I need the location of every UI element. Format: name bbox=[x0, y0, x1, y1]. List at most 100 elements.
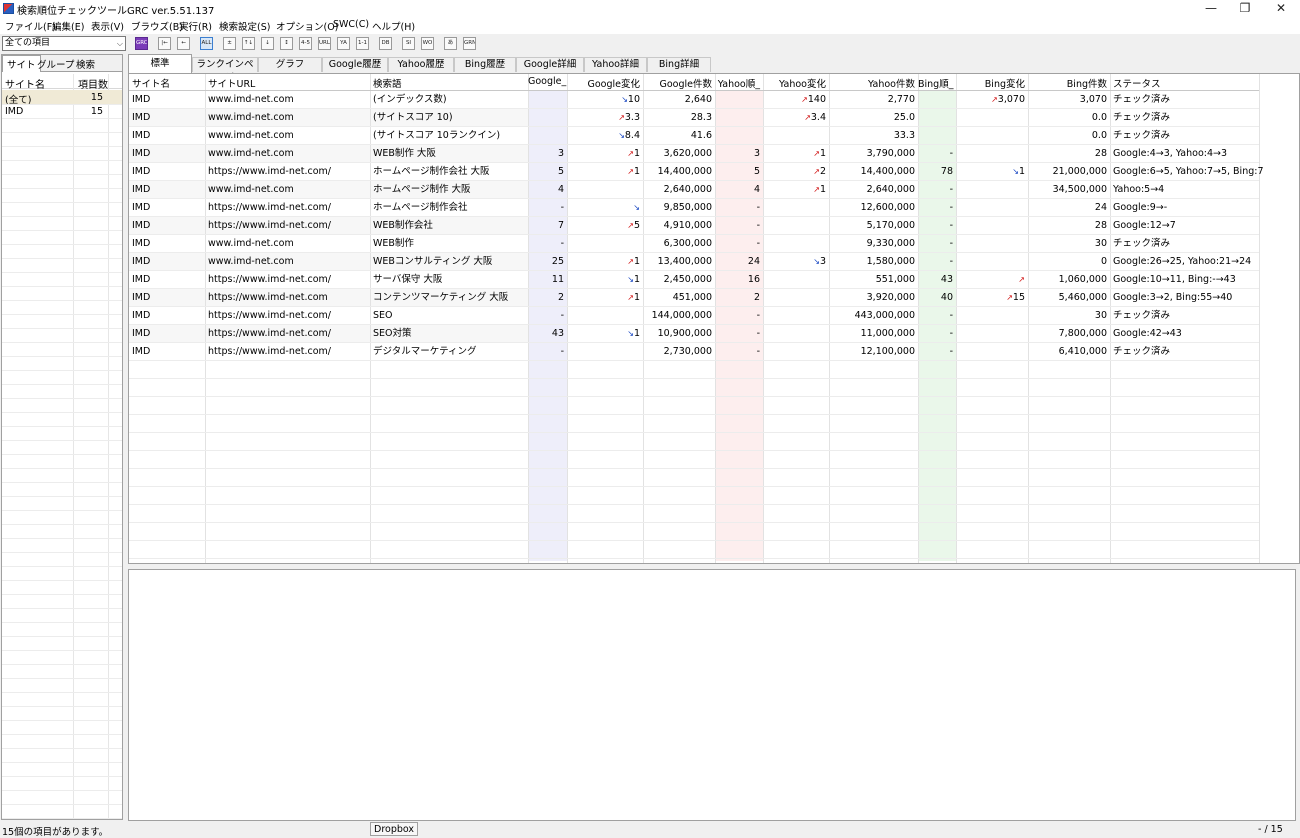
tab-group[interactable]: グループ bbox=[37, 57, 74, 71]
toolbar-button-0[interactable]: GRC bbox=[135, 37, 148, 50]
table-row[interactable]: IMD https://www.imd-net.com/SEO対策 43 ↘1 10,9… bbox=[129, 325, 1259, 343]
site-list-row[interactable]: IMD 15 bbox=[2, 104, 122, 118]
menu-item-6[interactable]: オプション(O) bbox=[276, 19, 338, 33]
column-header-12[interactable]: ステータス bbox=[1113, 76, 1161, 90]
cell-Bing順_ bbox=[918, 91, 953, 109]
cell-Yahoo件数: 2,640,000 bbox=[866, 184, 915, 195]
menu-item-7[interactable]: SWC(C) bbox=[333, 19, 369, 30]
tab-view-5[interactable]: Bing履歴 bbox=[454, 57, 516, 72]
cell-サイト名: IMD bbox=[132, 292, 151, 303]
table-row[interactable]: IMD https://www.imd-net.com/ホームページ制作会社 - ↘ 9… bbox=[129, 199, 1259, 217]
dropbox-label[interactable]: Dropbox bbox=[370, 822, 419, 836]
column-header-3[interactable]: Google_ bbox=[528, 76, 566, 87]
column-header-site-name[interactable]: サイト名 bbox=[5, 76, 45, 91]
table-row[interactable]: IMD www.imd-net.com (サイトスコア 10) ↗3.3 28.3 ↗3.… bbox=[129, 109, 1259, 127]
table-row[interactable]: IMD www.imd-net.com ホームページ制作 大阪 4 2,640,000 4… bbox=[129, 181, 1259, 199]
column-header-9[interactable]: Bing順_ bbox=[918, 76, 953, 90]
site-list-row[interactable]: (全て) 15 bbox=[2, 90, 122, 106]
close-button[interactable]: ✕ bbox=[1264, 0, 1298, 17]
table-row[interactable]: IMD www.imd-net.com WEB制作 - 6,300,000 - 9,330,… bbox=[129, 235, 1259, 253]
menu-item-8[interactable]: ヘルプ(H) bbox=[372, 19, 415, 33]
table-row[interactable]: IMD www.imd-net.com WEB制作 大阪 3 ↗1 3,620,000 3 ↗… bbox=[129, 145, 1259, 163]
toolbar-button-9[interactable]: URL bbox=[318, 37, 331, 50]
toolbar-button-14[interactable]: WO RD bbox=[421, 37, 434, 50]
site-panel: サイト グループ 検索 サイト名 項目数 (全て) 15 IMD 15 bbox=[1, 54, 123, 820]
table-row[interactable]: IMD https://www.imd-net.com/WEB制作会社 7 ↗5 4,9… bbox=[129, 217, 1259, 235]
change-value: 3.3 bbox=[624, 112, 640, 123]
cell-サイト名: IMD bbox=[132, 238, 151, 249]
toolbar-button-13[interactable]: SI TE bbox=[402, 37, 415, 50]
tab-view-6[interactable]: Google詳細 bbox=[516, 57, 584, 72]
change-cell: ↗15 bbox=[956, 289, 1025, 307]
cell-Yahoo件数: 14,400,000 bbox=[860, 166, 915, 177]
tab-view-1[interactable]: ランクインページ bbox=[192, 57, 258, 83]
toolbar-button-8[interactable]: 4-5 bbox=[299, 37, 312, 50]
table-row[interactable]: IMD www.imd-net.com (インデックス数) ↘10 2,640 ↗140 2… bbox=[129, 91, 1259, 109]
toolbar-button-11[interactable]: 1-1 bbox=[356, 37, 369, 50]
cell-Google件数: 2,730,000 bbox=[663, 346, 712, 357]
change-cell: ↗ bbox=[956, 271, 1025, 289]
table-row[interactable]: IMD https://www.imd-net.com/SEO - 144,000,0… bbox=[129, 307, 1259, 325]
tab-view-8[interactable]: Bing詳細 bbox=[647, 57, 711, 72]
menu-item-0[interactable]: ファイル(F) bbox=[5, 19, 56, 33]
tab-view-7[interactable]: Yahoo詳細 bbox=[584, 57, 647, 72]
tab-view-2[interactable]: グラフ bbox=[258, 57, 322, 72]
menu-item-4[interactable]: 実行(R) bbox=[179, 19, 212, 33]
minimize-button[interactable]: — bbox=[1194, 0, 1228, 17]
row-gridline bbox=[2, 160, 122, 161]
tab-view-0[interactable]: 標準 bbox=[128, 54, 192, 73]
cell-Bing順_: 40 bbox=[940, 292, 953, 303]
column-header-1[interactable]: サイトURL bbox=[208, 76, 255, 90]
tab-view-3[interactable]: Google履歴 bbox=[322, 57, 388, 72]
filter-select[interactable]: 全ての項目 ⌵ bbox=[2, 36, 126, 51]
column-header-item-count[interactable]: 項目数 bbox=[78, 76, 108, 91]
column-header-0[interactable]: サイト名 bbox=[132, 76, 170, 90]
column-header-5[interactable]: Google件数 bbox=[643, 76, 712, 90]
change-cell: ↗1 bbox=[567, 289, 640, 307]
table-row[interactable]: IMD https://www.imd-net.com/ホームページ制作会社 大阪… bbox=[129, 163, 1264, 181]
cell-サイトURL: www.imd-net.com bbox=[208, 94, 294, 105]
cell-Google件数: 451,000 bbox=[672, 292, 712, 303]
table-row[interactable]: IMD https://www.imd-net.com/デジタルマーケティング - 2… bbox=[129, 343, 1259, 361]
toolbar-button-4[interactable]: ± bbox=[223, 37, 236, 50]
column-header-10[interactable]: Bing変化 bbox=[956, 76, 1025, 90]
column-header-7[interactable]: Yahoo変化 bbox=[763, 76, 826, 90]
table-row[interactable]: IMD https://www.imd-net.com コンテンツマーケティング 大… bbox=[129, 289, 1259, 307]
cell-Google件数: 2,450,000 bbox=[663, 274, 712, 285]
toolbar-button-16[interactable]: GRN UP bbox=[463, 37, 476, 50]
column-divider bbox=[73, 74, 74, 819]
menu-item-5[interactable]: 検索設定(S) bbox=[219, 19, 270, 33]
tab-site[interactable]: サイト bbox=[2, 55, 41, 72]
cell-Yahoo順_: - bbox=[756, 310, 760, 321]
menu-item-1[interactable]: 編集(E) bbox=[52, 19, 84, 33]
column-header-6[interactable]: Yahoo順_ bbox=[715, 76, 760, 90]
cell-ステータス: Google:26→25, Yahoo:21→24 bbox=[1113, 256, 1252, 267]
toolbar-button-7[interactable]: ↕ bbox=[280, 37, 293, 50]
row-gridline bbox=[2, 426, 122, 427]
cell-ステータス: Google:10→11, Bing:-→43 bbox=[1113, 274, 1236, 285]
column-header-11[interactable]: Bing件数 bbox=[1028, 76, 1107, 90]
column-header-4[interactable]: Google変化 bbox=[567, 76, 640, 90]
toolbar-button-12[interactable]: DB TA bbox=[379, 37, 392, 50]
row-gridline bbox=[2, 818, 122, 819]
toolbar-button-15[interactable]: あ bbox=[444, 37, 457, 50]
table-row[interactable]: IMD www.imd-net.com WEBコンサルティング 大阪 25 ↗1 13,4… bbox=[129, 253, 1259, 271]
cell-Yahoo順_: 16 bbox=[747, 274, 760, 285]
column-header-8[interactable]: Yahoo件数 bbox=[829, 76, 915, 90]
toolbar-button-2[interactable]: ← bbox=[177, 37, 190, 50]
arrow-up-icon: ↗ bbox=[1018, 275, 1025, 284]
tab-view-4[interactable]: Yahoo履歴 bbox=[388, 57, 454, 72]
menu-item-2[interactable]: 表示(V) bbox=[91, 19, 124, 33]
toolbar-button-6[interactable]: ↓ bbox=[261, 37, 274, 50]
maximize-button[interactable]: ❐ bbox=[1228, 0, 1262, 17]
toolbar-button-1[interactable]: |← bbox=[158, 37, 171, 50]
toolbar-button-3[interactable]: ALL bbox=[200, 37, 213, 50]
column-header-2[interactable]: 検索語 bbox=[373, 76, 402, 90]
table-row[interactable]: IMD www.imd-net.com (サイトスコア 10ランクイン) ↘8.4 41… bbox=[129, 127, 1259, 145]
tab-search[interactable]: 検索 bbox=[76, 57, 95, 71]
table-row[interactable]: IMD https://www.imd-net.com/サーバ保守 大阪 11 ↘1 2… bbox=[129, 271, 1259, 289]
toolbar-button-10[interactable]: YA PE bbox=[337, 37, 350, 50]
menu-item-3[interactable]: ブラウズ(B) bbox=[131, 19, 183, 33]
toolbar-button-5[interactable]: ↑↓ bbox=[242, 37, 255, 50]
row-gridline bbox=[2, 146, 122, 147]
